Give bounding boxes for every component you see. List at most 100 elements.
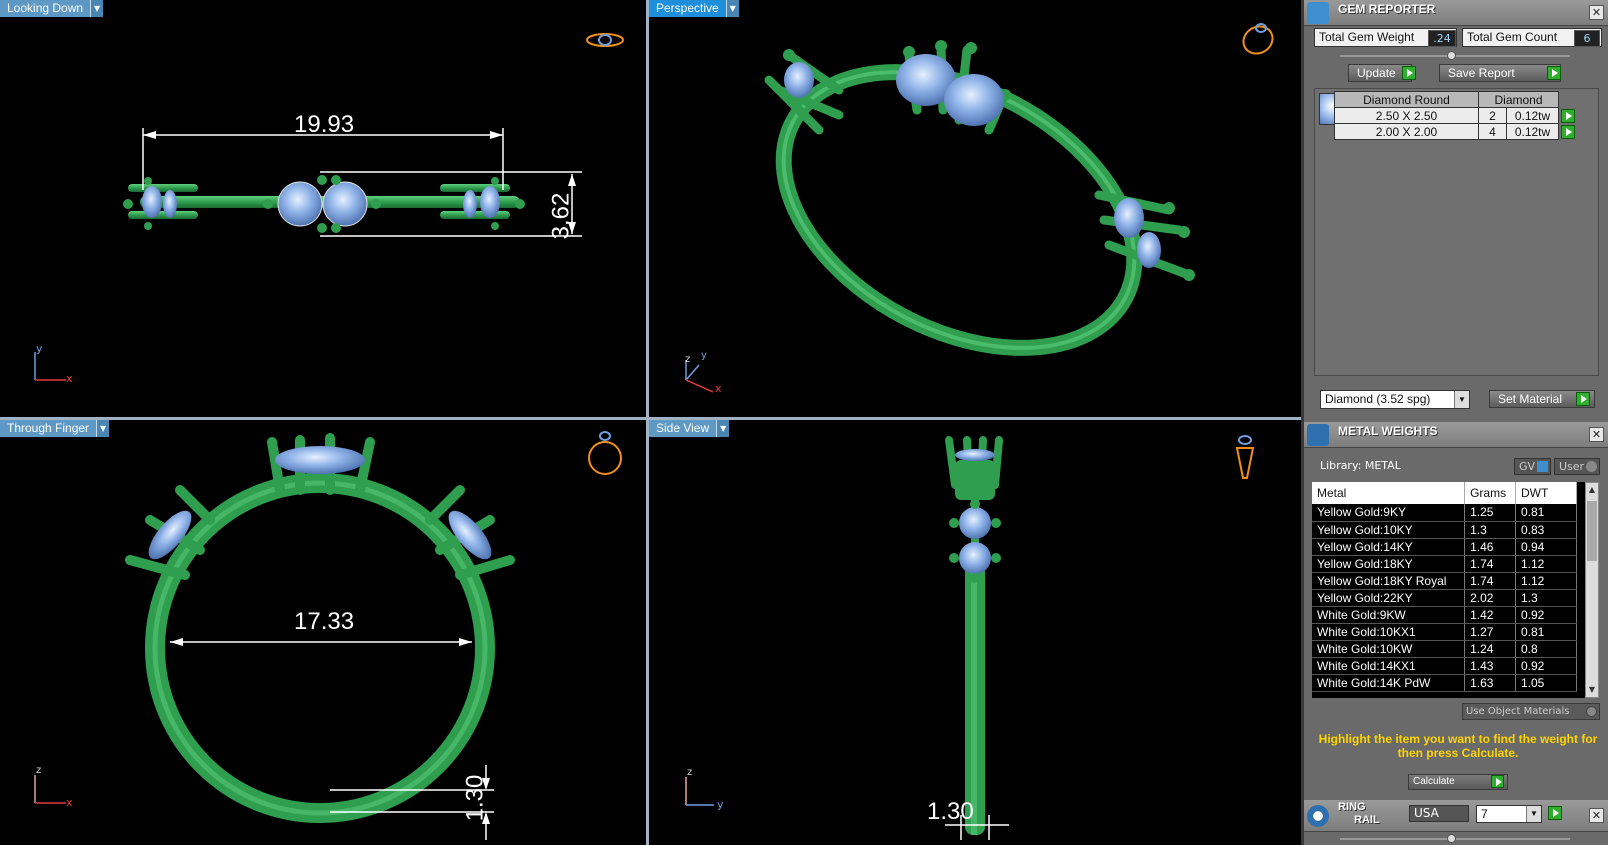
axis-z-label: z [685,354,691,365]
ring-rail-title-line1: RING [1338,801,1366,813]
table-row[interactable]: White Gold:9KW 1.42 0.92 [1312,606,1578,624]
metal-dwt: 1.05 [1515,674,1578,692]
metal-grams: 1.27 [1464,623,1516,641]
gem-size: 2.00 X 2.00 [1334,123,1479,140]
material-select[interactable]: Diamond (3.52 spg) ▼ [1320,390,1470,409]
use-object-materials-checkbox[interactable]: Use Object Materials [1462,703,1600,720]
splitter-handle[interactable] [1447,51,1456,60]
gv-label: GV [1519,460,1536,473]
vertical-splitter[interactable] [646,0,649,845]
axis-x-label: x [66,372,73,385]
metal-grams: 1.25 [1464,504,1516,522]
scroll-down-icon[interactable]: ▼ [1586,683,1598,697]
axis-indicator [34,775,66,804]
metal-table-container: Metal Grams DWT Yellow Gold:9KY 1.25 0.81 … [1312,482,1599,698]
save-report-button-label: Save Report [1448,66,1515,80]
close-icon[interactable]: ✕ [1589,427,1604,442]
table-row[interactable]: White Gold:14K PdW 1.63 1.05 [1312,674,1578,692]
splitter-handle[interactable] [1447,834,1456,843]
viewport-through-finger[interactable]: 17.33 1.30 z x Through Finger ▼ [0,420,646,845]
play-icon[interactable] [1576,392,1590,406]
play-icon[interactable] [1491,775,1504,788]
user-toggle[interactable]: User [1554,458,1600,475]
viewport-name: Looking Down [0,0,91,17]
metal-name: White Gold:10KX1 [1312,623,1466,641]
table-row[interactable]: White Gold:14KX1 1.43 0.92 [1312,657,1578,675]
viewport-side-view[interactable]: 1.30 z y Side View ▼ [649,420,1301,845]
metal-weights-header: METAL WEIGHTS ✕ [1304,422,1608,448]
table-row[interactable]: White Gold:10KX1 1.27 0.81 [1312,623,1578,641]
use-object-materials-label: Use Object Materials [1466,706,1570,717]
gem-count: 4 [1478,123,1507,140]
table-row[interactable]: Yellow Gold:9KY 1.25 0.81 [1312,504,1578,522]
metal-name: Yellow Gold:18KY Royal [1312,572,1466,590]
chevron-down-icon[interactable]: ▼ [1526,806,1541,822]
metal-name: White Gold:14KX1 [1312,657,1466,675]
save-report-button[interactable]: Save Report [1439,64,1561,82]
ring-size-value: 7 [1481,807,1488,821]
ring-top-view-icon [586,33,624,47]
gem-size: 2.50 X 2.50 [1334,107,1479,124]
axis-indicator [685,777,714,806]
viewport-label-through-finger[interactable]: Through Finger ▼ [0,420,110,437]
gv-toggle[interactable]: GV [1514,458,1551,475]
scroll-up-icon[interactable]: ▲ [1586,483,1598,497]
grams-column-header[interactable]: Grams [1464,482,1516,504]
metal-column-header[interactable]: Metal [1312,482,1466,504]
chevron-down-icon[interactable]: ▼ [1454,391,1469,408]
viewport-label-side-view[interactable]: Side View ▼ [649,420,730,437]
metal-name: White Gold:10KW [1312,640,1466,658]
table-row[interactable]: Yellow Gold:18KY Royal 1.74 1.12 [1312,572,1578,590]
chevron-down-icon[interactable]: ▼ [716,420,730,437]
gem-count: 2 [1478,107,1507,124]
ring-rail-title-line2: RAIL [1354,814,1380,826]
axis-z-label: z [36,765,42,776]
material-select-value: Diamond (3.52 spg) [1325,392,1431,406]
play-icon[interactable] [1548,806,1562,820]
close-icon[interactable]: ✕ [1589,5,1604,20]
table-row[interactable]: Yellow Gold:14KY 1.46 0.94 [1312,538,1578,556]
table-row[interactable]: Yellow Gold:22KY 2.02 1.3 [1312,589,1578,607]
metal-dwt: 1.12 [1515,572,1578,590]
metal-name: Yellow Gold:18KY [1312,555,1466,573]
metal-grams: 1.46 [1464,538,1516,556]
total-gem-count-value: 6 [1574,30,1600,47]
play-icon[interactable] [1402,66,1416,80]
play-icon[interactable] [1561,125,1575,139]
close-icon[interactable]: ✕ [1589,808,1604,823]
axis-y-label: y [36,342,43,355]
viewport-label-looking-down[interactable]: Looking Down ▼ [0,0,104,17]
play-icon[interactable] [1561,109,1575,123]
ring-perspective-icon [1242,23,1274,55]
viewport-name: Side View [649,420,717,437]
table-row[interactable]: Yellow Gold:18KY 1.74 1.12 [1312,555,1578,573]
gem-reporter-icon [1307,2,1329,24]
chevron-down-icon[interactable]: ▼ [96,420,110,437]
chevron-down-icon[interactable]: ▼ [90,0,104,17]
horizontal-splitter[interactable] [0,417,1301,420]
viewport-looking-down[interactable]: 19.93 3.62 y x Looking Down ▼ [0,0,646,417]
metal-dwt: 0.92 [1515,606,1578,624]
scrollbar-thumb[interactable] [1587,501,1597,561]
metal-dwt: 0.81 [1515,504,1578,522]
viewport-label-perspective[interactable]: Perspective ▼ [649,0,739,17]
metal-dwt: 0.94 [1515,538,1578,556]
viewport-perspective[interactable]: z y x Perspective ▼ [649,0,1301,417]
ring-side-view-icon [1235,435,1255,479]
ring-size-select[interactable]: 7 ▼ [1476,805,1542,823]
table-row[interactable]: 2.50 X 2.50 2 0.12tw [1334,107,1559,124]
table-row[interactable]: White Gold:10KW 1.24 0.8 [1312,640,1578,658]
metal-grams: 1.24 [1464,640,1516,658]
table-row[interactable]: 2.00 X 2.00 4 0.12tw [1334,123,1559,140]
chevron-down-icon[interactable]: ▼ [725,0,739,17]
gem-table-header: Diamond Round [1334,91,1479,108]
country-select[interactable]: USA [1409,805,1469,822]
metal-table: Metal Grams DWT Yellow Gold:9KY 1.25 0.81 … [1312,482,1578,692]
dimension-width-label: 19.93 [294,111,355,138]
play-icon[interactable] [1547,66,1561,80]
ring-rail-title: RING RAIL [1338,801,1380,827]
table-row[interactable]: Yellow Gold:10KY 1.3 0.83 [1312,521,1578,539]
dwt-column-header[interactable]: DWT [1515,482,1578,504]
user-label: User [1559,460,1585,473]
metal-table-scrollbar[interactable]: ▲ ▼ [1585,482,1599,698]
